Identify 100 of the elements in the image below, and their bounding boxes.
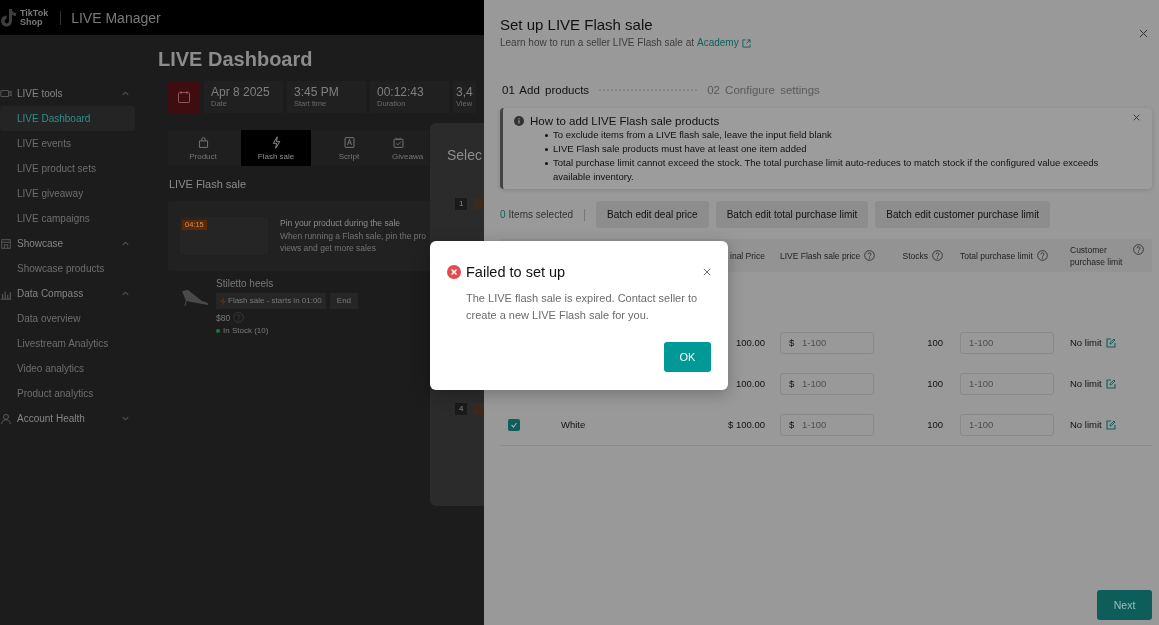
- next-button[interactable]: Next: [1097, 590, 1152, 620]
- drawer-title: Set up LIVE Flash sale: [500, 16, 654, 34]
- academy-link[interactable]: Academy: [697, 36, 751, 50]
- column-header: Total purchase limit: [960, 249, 1033, 262]
- bullet-icon: [545, 162, 548, 165]
- close-icon[interactable]: [703, 268, 711, 276]
- edit-icon[interactable]: [1105, 378, 1116, 389]
- tool-tab[interactable]: Giveawa: [384, 130, 429, 166]
- drawer-subtitle: Learn how to run a seller LIVE Flash sale at: [500, 36, 694, 50]
- product-thumbnail: [473, 403, 484, 415]
- bolt-icon: [269, 135, 283, 149]
- sidebar-item[interactable]: Product analytics: [0, 381, 135, 406]
- product-price: $80: [216, 312, 231, 323]
- customer-limit: No limit: [1070, 419, 1102, 430]
- batch-edit-button[interactable]: Batch edit total purchase limit: [715, 201, 869, 228]
- sidebar-item[interactable]: Livestream Analytics: [0, 331, 135, 356]
- variant-name: White: [561, 419, 586, 430]
- ok-button[interactable]: OK: [664, 342, 711, 372]
- chevron-icon[interactable]: [121, 289, 130, 298]
- chevron-icon[interactable]: [121, 414, 130, 423]
- stock-count: 100: [927, 419, 943, 430]
- error-icon: [447, 265, 461, 279]
- product-thumbnail: [473, 198, 484, 210]
- step-label[interactable]: 01 Add products: [502, 84, 590, 96]
- section-title: LIVE Flash sale: [169, 178, 248, 190]
- purchase-limit-field[interactable]: 1-100: [960, 331, 1054, 354]
- edit-icon[interactable]: [1105, 419, 1116, 430]
- tool-tab[interactable]: Product: [168, 130, 238, 166]
- note-logo-icon: [0, 7, 18, 28]
- status-dot: [216, 328, 220, 333]
- batch-edit-button[interactable]: Batch edit deal price: [596, 201, 709, 228]
- currency-symbol: $: [789, 377, 795, 390]
- currency-symbol: $: [789, 336, 795, 349]
- sidebar-item[interactable]: Data overview: [0, 306, 135, 331]
- notice-title: How to add LIVE Flash sale products: [530, 114, 720, 128]
- customer-limit: No limit: [1070, 378, 1102, 389]
- edit-icon[interactable]: [1105, 337, 1116, 348]
- close-icon[interactable]: [1133, 114, 1140, 121]
- rank-badge: 4: [455, 403, 468, 415]
- batch-edit-button[interactable]: Batch edit customer purchase limit: [875, 201, 1051, 228]
- purchase-limit-field[interactable]: 1-100: [960, 413, 1054, 436]
- chevron-icon[interactable]: [121, 239, 130, 248]
- stat-value: 00:12:43: [377, 86, 425, 99]
- bullet-icon: [545, 134, 548, 137]
- sidebar-item[interactable]: LIVE giveaway: [0, 181, 135, 206]
- logo-text: Shop: [20, 17, 44, 27]
- original-price: 100.00: [735, 378, 765, 389]
- store-icon: [0, 237, 12, 250]
- sidebar-item[interactable]: LIVE campaigns: [0, 206, 135, 231]
- sidebar-section[interactable]: LIVE tools: [17, 88, 121, 99]
- step-label[interactable]: 02 Configure settings: [707, 84, 820, 96]
- info-icon: [514, 116, 524, 126]
- sidebar-section[interactable]: Data Compass: [17, 288, 121, 299]
- stock-count: 100: [927, 378, 943, 389]
- sidebar-item[interactable]: LIVE events: [0, 131, 135, 156]
- column-header: LIVE Flash sale price: [780, 249, 861, 262]
- selected-count: 0: [500, 209, 506, 220]
- logo-text: TikTok: [20, 8, 49, 18]
- bolt-icon: [220, 296, 226, 306]
- stock-count: 100: [927, 337, 943, 348]
- bag-icon: [196, 135, 210, 149]
- close-icon[interactable]: [1139, 28, 1148, 38]
- tool-tab[interactable]: Flash sale: [241, 130, 311, 166]
- customer-limit: No limit: [1070, 337, 1102, 348]
- stat-value: 3:45 PM: [294, 86, 340, 99]
- column-header: Customer purchase limit: [1070, 243, 1124, 268]
- selected-label: Items selected: [508, 209, 574, 220]
- app-title: LIVE Manager: [71, 9, 161, 26]
- stat-value: Apr 8 2025: [211, 86, 271, 99]
- row-checkbox[interactable]: [508, 418, 520, 431]
- stock-status: In Stock (10): [223, 326, 269, 335]
- calendar-icon: [177, 90, 191, 104]
- tip-text: views and get more sales: [280, 242, 377, 255]
- original-price: $ 100.00: [728, 419, 765, 430]
- chevron-icon[interactable]: [121, 89, 130, 98]
- original-price: 100.00: [735, 337, 765, 348]
- sidebar-section[interactable]: Showcase: [17, 238, 121, 249]
- tip-text: When running a Flash sale, pin the pro: [280, 229, 426, 243]
- rank-badge: 1: [455, 198, 468, 210]
- column-header: inal Price: [730, 249, 765, 262]
- page-title: LIVE Dashboard: [158, 47, 314, 71]
- dialog-title: Failed to set up: [466, 263, 567, 281]
- notice-text: To exclude items from a LIVE flash sale, leave the input field blank: [553, 128, 832, 142]
- modal-title: Selec: [447, 146, 484, 165]
- sidebar-section[interactable]: Account Health: [17, 413, 121, 424]
- external-link-icon: [741, 38, 751, 48]
- bullet-icon: [545, 148, 548, 151]
- gift-icon: [392, 135, 405, 149]
- check-icon: [510, 420, 518, 429]
- tip-title: Pin your product during the sale: [280, 217, 402, 230]
- sidebar-item[interactable]: LIVE product sets: [0, 156, 135, 181]
- tool-tab[interactable]: Script: [314, 130, 384, 166]
- person-icon: [0, 412, 12, 425]
- notice-text: LIVE Flash sale products must have at least one item added: [553, 142, 807, 156]
- dialog-message: The LIVE flash sale is expired. Contact seller to create a new LIVE Flash sale for you.: [466, 291, 699, 323]
- purchase-limit-field[interactable]: 1-100: [960, 372, 1054, 395]
- sidebar-item[interactable]: LIVE Dashboard: [0, 106, 135, 131]
- sidebar-item[interactable]: Showcase products: [0, 256, 135, 281]
- column-header: Stocks: [902, 249, 928, 262]
- sidebar-item[interactable]: Video analytics: [0, 356, 135, 381]
